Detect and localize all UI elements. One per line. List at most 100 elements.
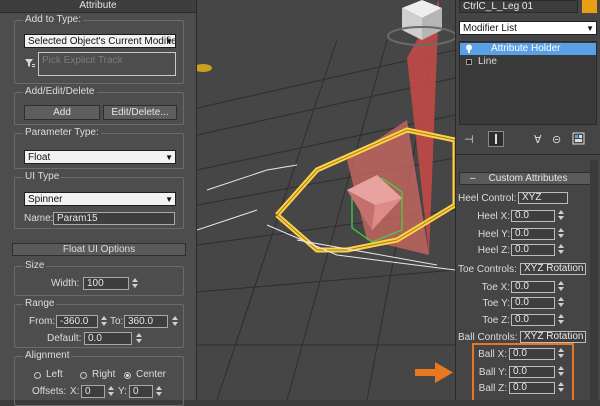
- ball-z-field[interactable]: 0.0: [509, 382, 555, 394]
- pin-stack-icon[interactable]: ⊣: [464, 133, 474, 146]
- width-spinner[interactable]: [131, 278, 138, 289]
- add-to-type-dropdown[interactable]: Selected Object's Current Modifier ▼: [24, 34, 176, 48]
- ui-type-group: UI Type Spinner ▼ Name: Param15: [14, 171, 184, 229]
- default-field[interactable]: 0.0: [84, 332, 132, 345]
- toe-x-field[interactable]: 0.0: [511, 281, 555, 293]
- object-color-swatch[interactable]: [582, 0, 597, 13]
- offset-y-spinner[interactable]: [155, 386, 162, 397]
- viewport-scene: [197, 0, 455, 400]
- width-label: Width:: [51, 278, 80, 289]
- stack-item-label: Attribute Holder: [491, 43, 561, 54]
- ui-type-label: UI Type: [23, 171, 62, 182]
- name-field[interactable]: Param15: [53, 212, 175, 225]
- ball-controls-field[interactable]: XYZ Rotation: [520, 331, 586, 343]
- toe-y-field[interactable]: 0.0: [511, 297, 555, 309]
- stack-item-attribute-holder[interactable]: Attribute Holder: [460, 43, 596, 55]
- heel-x-spinner[interactable]: [557, 210, 564, 221]
- add-edit-delete-label: Add/Edit/Delete: [23, 86, 97, 97]
- scrollbar[interactable]: [590, 160, 598, 400]
- offset-x-field[interactable]: 0: [81, 385, 105, 398]
- add-to-type-label: Add to Type:: [23, 14, 83, 25]
- ball-z-label: Ball Z:: [478, 383, 507, 394]
- remove-modifier-icon[interactable]: ⊝: [552, 133, 561, 146]
- lightbulb-icon[interactable]: [465, 44, 473, 53]
- parameter-type-label: Parameter Type:: [23, 127, 101, 138]
- toe-z-field[interactable]: 0.0: [511, 314, 555, 326]
- show-end-result-icon[interactable]: [488, 131, 504, 147]
- make-unique-icon[interactable]: ∀: [534, 133, 542, 146]
- parameter-type-dropdown[interactable]: Float ▼: [24, 150, 176, 164]
- ui-type-value: Spinner: [28, 194, 63, 205]
- ball-controls-label: Ball Controls:: [458, 332, 518, 343]
- toe-y-spinner[interactable]: [557, 297, 564, 308]
- ball-z-spinner[interactable]: [557, 382, 564, 393]
- heel-z-label: Heel Z:: [477, 245, 510, 256]
- size-label: Size: [23, 260, 47, 271]
- collapse-box-icon[interactable]: [466, 59, 472, 65]
- object-name-field[interactable]: CtrlC_L_Leg 01: [459, 0, 578, 13]
- toe-z-label: Toe Z:: [482, 315, 510, 326]
- toe-controls-label: Toe Controls:: [458, 264, 517, 275]
- heel-x-label: Heel X:: [477, 211, 510, 222]
- custom-attributes-rollout[interactable]: – Custom Attributes: [459, 172, 597, 185]
- heel-x-field[interactable]: 0.0: [511, 210, 555, 222]
- heel-y-field[interactable]: 0.0: [511, 228, 555, 240]
- range-group: Range From: -360.0 To: 360.0 Default: 0.…: [14, 298, 184, 348]
- chevron-down-icon: ▼: [586, 24, 594, 33]
- modify-panel: CtrlC_L_Leg 01 Modifier List ▼ Attribute…: [455, 0, 600, 400]
- toe-controls-field[interactable]: XYZ Rotation: [520, 263, 586, 275]
- viewport[interactable]: [197, 0, 455, 400]
- offset-x-spinner[interactable]: [107, 386, 114, 397]
- heel-y-spinner[interactable]: [557, 228, 564, 239]
- to-spinner[interactable]: [171, 316, 178, 327]
- pick-explicit-track-button[interactable]: Pick Explicit Track: [38, 52, 176, 76]
- ball-y-field[interactable]: 0.0: [509, 366, 555, 378]
- from-field[interactable]: -360.0: [56, 315, 98, 328]
- ball-x-spinner[interactable]: [557, 348, 564, 359]
- align-left-label: Left: [46, 369, 63, 380]
- viewcube-icon[interactable]: [387, 0, 455, 46]
- offsets-label: Offsets:: [32, 386, 67, 397]
- align-right-radio[interactable]: [80, 372, 87, 379]
- edit-delete-button[interactable]: Edit/Delete...: [103, 105, 177, 120]
- configure-modifier-sets-icon[interactable]: [572, 132, 585, 145]
- chevron-down-icon: ▼: [165, 195, 173, 204]
- object-name: CtrlC_L_Leg 01: [463, 1, 534, 12]
- toe-x-spinner[interactable]: [557, 281, 564, 292]
- add-button[interactable]: Add: [24, 105, 100, 120]
- parameter-type-group: Parameter Type: Float ▼: [14, 127, 184, 169]
- add-to-type-group: Add to Type: Selected Object's Current M…: [14, 14, 184, 84]
- to-field[interactable]: 360.0: [124, 315, 168, 328]
- filter-icon[interactable]: [24, 57, 36, 69]
- ball-y-spinner[interactable]: [557, 366, 564, 377]
- from-label: From:: [29, 316, 56, 327]
- modifier-list-label: Modifier List: [463, 23, 517, 34]
- ui-type-dropdown[interactable]: Spinner ▼: [24, 192, 176, 206]
- modifier-stack: Attribute Holder Line: [459, 41, 597, 125]
- align-center-label: Center: [136, 369, 167, 380]
- toe-z-spinner[interactable]: [557, 314, 564, 325]
- from-spinner[interactable]: [100, 316, 107, 327]
- stack-item-line[interactable]: Line: [460, 56, 596, 68]
- divider: [456, 154, 600, 155]
- heel-z-field[interactable]: 0.0: [511, 244, 555, 256]
- width-field[interactable]: 100: [83, 277, 129, 290]
- ball-x-field[interactable]: 0.0: [509, 348, 555, 360]
- attribute-rollout-title[interactable]: Attribute: [0, 0, 196, 13]
- default-spinner[interactable]: [135, 333, 142, 344]
- float-ui-options-rollout[interactable]: Float UI Options: [12, 243, 186, 256]
- heel-z-spinner[interactable]: [557, 244, 564, 255]
- offset-y-field[interactable]: 0: [129, 385, 153, 398]
- align-center-radio[interactable]: [124, 372, 131, 379]
- default-label: Default:: [47, 333, 82, 344]
- stack-item-label: Line: [478, 56, 497, 67]
- orange-arrow-icon: [415, 362, 453, 383]
- float-ui-options-title: Float UI Options: [62, 244, 136, 255]
- heel-control-field[interactable]: XYZ: [518, 192, 568, 204]
- modifier-list-dropdown[interactable]: Modifier List ▼: [459, 21, 597, 35]
- ball-x-label: Ball X:: [478, 349, 507, 360]
- align-left-radio[interactable]: [34, 372, 41, 379]
- chevron-down-icon: ▼: [165, 37, 173, 46]
- offset-y-label: Y:: [118, 386, 127, 397]
- parameter-type-value: Float: [28, 152, 51, 163]
